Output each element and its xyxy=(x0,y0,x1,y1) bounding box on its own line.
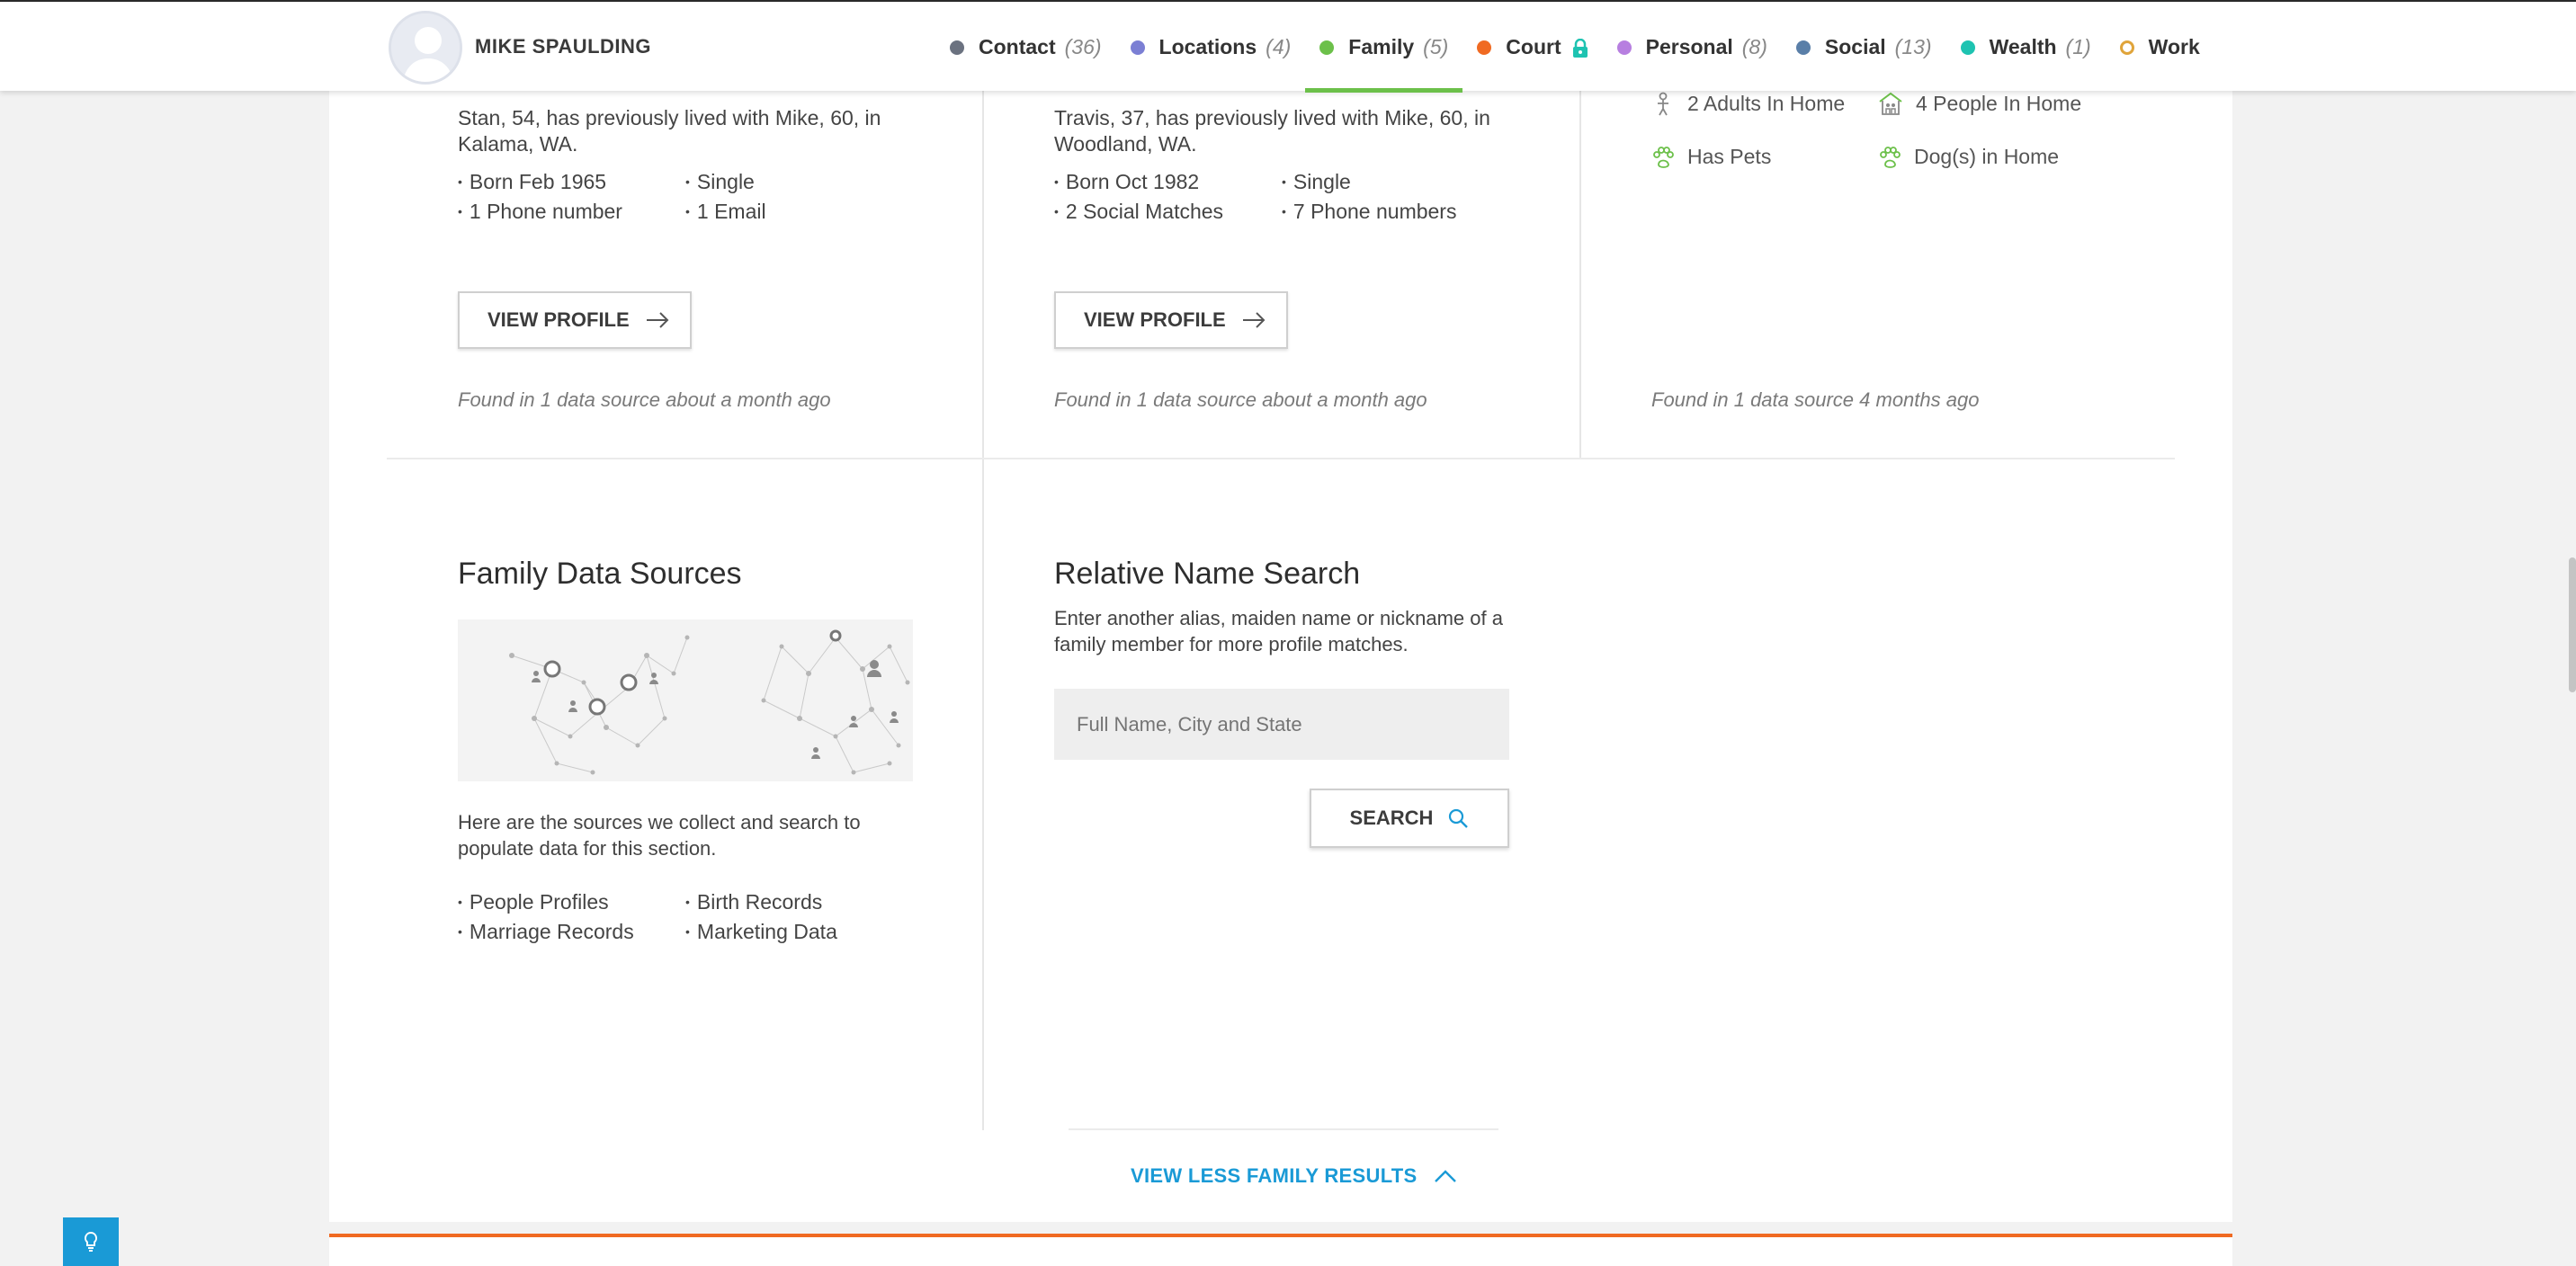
view-less-family-results-link[interactable]: VIEW LESS FAMILY RESULTS xyxy=(1131,1164,1457,1188)
paw-icon xyxy=(1653,146,1674,168)
tab-label: Family xyxy=(1348,35,1415,58)
fact-item: Born Feb 1965 xyxy=(458,170,685,194)
found-note: Found in 1 data source 4 months ago xyxy=(1651,388,1980,411)
tab-contact[interactable]: Contact (36) xyxy=(935,2,1116,93)
tab-locations[interactable]: Locations (4) xyxy=(1116,2,1306,93)
column-divider xyxy=(1579,91,1581,458)
arrow-right-icon xyxy=(646,312,669,328)
tab-label: Locations xyxy=(1158,35,1257,58)
lock-icon xyxy=(1572,38,1588,58)
search-icon xyxy=(1449,808,1469,828)
source-item: Marriage Records xyxy=(458,920,685,944)
source-item: People Profiles xyxy=(458,890,685,914)
sources-description: Here are the sources we collect and sear… xyxy=(458,811,861,860)
personal-dot-icon xyxy=(1616,40,1632,55)
household-label: Has Pets xyxy=(1687,145,1772,168)
household-facts: 2 Adults In Home 4 People In Home Has Pe… xyxy=(1651,91,2103,169)
fact-item: 1 Email xyxy=(685,200,919,224)
tab-label: Court xyxy=(1506,35,1561,58)
relative-facts: Born Oct 1982 Single 2 Social Matches 7 … xyxy=(1054,170,1516,224)
tab-family[interactable]: Family (5) xyxy=(1305,2,1463,93)
fact-item: Single xyxy=(1282,170,1516,194)
source-item: Marketing Data xyxy=(685,920,919,944)
view-profile-button[interactable]: VIEW PROFILE xyxy=(1054,291,1288,349)
found-note: Found in 1 data source about a month ago xyxy=(458,388,831,411)
scrollbar-thumb[interactable] xyxy=(2569,557,2576,692)
family-section-card: Stan, 54, has previously lived with Mike… xyxy=(329,91,2232,1222)
next-section-card xyxy=(329,1237,2232,1266)
tab-count: (36) xyxy=(1064,35,1102,58)
person-name: MIKE SPAULDING xyxy=(475,35,652,58)
household-item: Dog(s) in Home xyxy=(1878,145,2103,169)
tab-label: Work xyxy=(2148,35,2200,58)
column-divider xyxy=(982,91,984,458)
found-note: Found in 1 data source about a month ago xyxy=(1054,388,1427,411)
sources-list: People Profiles Birth Records Marriage R… xyxy=(458,890,919,944)
avatar xyxy=(389,11,462,85)
wealth-dot-icon xyxy=(1960,40,1975,55)
relative-intro: Travis, 37, has previously lived with Mi… xyxy=(1054,106,1490,156)
tab-work[interactable]: Work xyxy=(2106,2,2214,93)
arrow-right-icon xyxy=(1242,312,1266,328)
tab-count: (8) xyxy=(1741,35,1767,58)
house-people-icon xyxy=(1879,92,1902,115)
tab-label: Personal xyxy=(1645,35,1733,58)
section-title: Family Data Sources xyxy=(458,557,742,591)
button-label: SEARCH xyxy=(1349,807,1434,829)
locations-dot-icon xyxy=(1130,40,1145,55)
fact-item: 7 Phone numbers xyxy=(1282,200,1516,224)
tab-count: (13) xyxy=(1894,35,1932,58)
household-item: 4 People In Home xyxy=(1878,91,2103,116)
adults-icon xyxy=(1658,92,1668,116)
court-dot-icon xyxy=(1477,40,1492,55)
row-divider xyxy=(387,458,2175,459)
source-item: Birth Records xyxy=(685,890,919,914)
tab-count: (4) xyxy=(1266,35,1292,58)
household-label: 4 People In Home xyxy=(1916,91,2082,115)
relative-intro: Stan, 54, has previously lived with Mike… xyxy=(458,106,881,156)
chevron-up-icon xyxy=(1434,1170,1456,1182)
household-label: Dog(s) in Home xyxy=(1914,145,2060,168)
tab-social[interactable]: Social (13) xyxy=(1782,2,1946,93)
tab-count: (5) xyxy=(1423,35,1449,58)
search-description: Enter another alias, maiden name or nick… xyxy=(1054,607,1503,655)
button-label: VIEW PROFILE xyxy=(1084,308,1226,331)
fact-item: 1 Phone number xyxy=(458,200,685,224)
relative-search-input[interactable] xyxy=(1054,689,1509,760)
fact-item: 2 Social Matches xyxy=(1054,200,1282,224)
button-label: VIEW PROFILE xyxy=(487,308,630,331)
relative-facts: Born Feb 1965 Single 1 Phone number 1 Em… xyxy=(458,170,919,224)
footer-divider xyxy=(1069,1128,1498,1130)
search-button[interactable]: SEARCH xyxy=(1310,789,1509,848)
fact-item: Single xyxy=(685,170,919,194)
fact-item: Born Oct 1982 xyxy=(1054,170,1282,194)
social-dot-icon xyxy=(1795,40,1811,55)
profile-nav-bar: MIKE SPAULDING Contact (36) Locations (4… xyxy=(0,0,2576,93)
network-illustration xyxy=(458,620,913,781)
tab-label: Wealth xyxy=(1989,35,2057,58)
tips-button[interactable] xyxy=(63,1217,119,1266)
lightbulb-icon xyxy=(84,1231,98,1252)
link-label: VIEW LESS FAMILY RESULTS xyxy=(1131,1164,1418,1187)
section-title: Relative Name Search xyxy=(1054,557,1361,591)
contact-dot-icon xyxy=(950,40,964,55)
household-label: 2 Adults In Home xyxy=(1687,91,1846,115)
column-divider xyxy=(982,459,984,1130)
tab-label: Contact xyxy=(979,35,1056,58)
tab-label: Social xyxy=(1824,35,1886,58)
view-profile-button[interactable]: VIEW PROFILE xyxy=(458,291,692,349)
tab-court[interactable]: Court xyxy=(1462,2,1602,93)
tab-count: (1) xyxy=(2065,35,2091,58)
work-dot-icon xyxy=(2119,40,2134,55)
family-dot-icon xyxy=(1319,40,1335,55)
section-tabs: Contact (36) Locations (4) Family (5) Co… xyxy=(935,2,2214,93)
tab-personal[interactable]: Personal (8) xyxy=(1603,2,1782,93)
household-item: Has Pets xyxy=(1651,145,1878,169)
paw-icon xyxy=(1880,146,1901,168)
tab-wealth[interactable]: Wealth (1) xyxy=(1946,2,2106,93)
household-item: 2 Adults In Home xyxy=(1651,91,1878,116)
